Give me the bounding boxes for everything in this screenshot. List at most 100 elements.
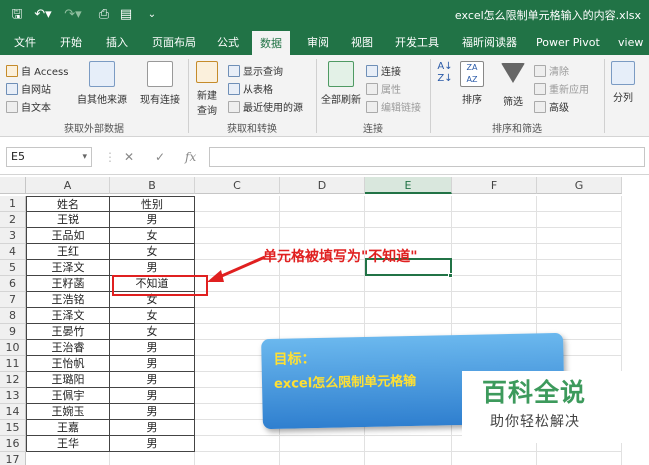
cell-b16[interactable]: 男 [110, 436, 195, 452]
cell-f1[interactable] [452, 196, 537, 212]
cell-a8[interactable]: 王泽文 [26, 308, 110, 324]
column-header-b[interactable]: B [110, 177, 195, 194]
customize-toolbar-icon[interactable]: ⌄ [146, 6, 158, 24]
cell-b14[interactable]: 男 [110, 404, 195, 420]
other-sources-button[interactable]: 自其他来源 [74, 61, 130, 106]
cell-d3[interactable] [280, 228, 365, 244]
tab-review[interactable]: 审阅 [299, 30, 337, 55]
cell-f7[interactable] [452, 292, 537, 308]
cell-b3[interactable]: 女 [110, 228, 195, 244]
row-header-12[interactable]: 12 [0, 372, 26, 388]
cell-d7[interactable] [280, 292, 365, 308]
row-header-1[interactable]: 1 [0, 196, 26, 212]
row-header-10[interactable]: 10 [0, 340, 26, 356]
cell-b12[interactable]: 男 [110, 372, 195, 388]
cell-d2[interactable] [280, 212, 365, 228]
cell-e1[interactable] [365, 196, 452, 212]
cancel-icon[interactable]: ✕ [124, 147, 134, 167]
cell-a7[interactable]: 王浩铭 [26, 292, 110, 308]
new-query-button[interactable]: 新建 查询 [190, 61, 224, 117]
tab-home[interactable]: 开始 [52, 30, 90, 55]
cell-f3[interactable] [452, 228, 537, 244]
row-header-13[interactable]: 13 [0, 388, 26, 404]
row-header-3[interactable]: 3 [0, 228, 26, 244]
advanced-button[interactable]: 高级 [534, 99, 569, 114]
cell-a9[interactable]: 王晏竹 [26, 324, 110, 340]
row-header-17[interactable]: 17 [0, 452, 26, 465]
cell-b2[interactable]: 男 [110, 212, 195, 228]
edit-links-button[interactable]: 编辑链接 [366, 99, 421, 114]
tab-view-addin[interactable]: view [610, 30, 649, 55]
cell-d16[interactable] [280, 436, 365, 452]
cell-c2[interactable] [195, 212, 280, 228]
cell-c8[interactable] [195, 308, 280, 324]
filter-button[interactable]: 筛选 [498, 63, 528, 108]
cell-a4[interactable]: 王红 [26, 244, 110, 260]
column-header-f[interactable]: F [452, 177, 537, 194]
cell-f17[interactable] [452, 452, 537, 465]
worksheet[interactable]: ABCDEFG 1 2 3 4 5 6 7 8 9 10 11 12 13 14 15 16 17 姓名 性别 王锐… [0, 175, 649, 465]
cell-g6[interactable] [537, 276, 622, 292]
cell-c17[interactable] [195, 452, 280, 465]
row-header-11[interactable]: 11 [0, 356, 26, 372]
cell-f6[interactable] [452, 276, 537, 292]
cell-e8[interactable] [365, 308, 452, 324]
row-header-14[interactable]: 14 [0, 404, 26, 420]
show-queries-button[interactable]: 显示查询 [228, 63, 283, 78]
select-all-corner[interactable] [0, 177, 26, 194]
cell-a2[interactable]: 王锐 [26, 212, 110, 228]
tab-data[interactable]: 数据 [252, 30, 290, 55]
tab-formulas[interactable]: 公式 [209, 30, 247, 55]
cell-f2[interactable] [452, 212, 537, 228]
cell-b10[interactable]: 男 [110, 340, 195, 356]
cell-a5[interactable]: 王泽文 [26, 260, 110, 276]
row-header-6[interactable]: 6 [0, 276, 26, 292]
row-header-2[interactable]: 2 [0, 212, 26, 228]
recent-sources-button[interactable]: 最近使用的源 [228, 99, 303, 114]
cell-b8[interactable]: 女 [110, 308, 195, 324]
cell-a17[interactable] [26, 452, 110, 465]
cell-g3[interactable] [537, 228, 622, 244]
cell-g7[interactable] [537, 292, 622, 308]
cell-d17[interactable] [280, 452, 365, 465]
tab-insert[interactable]: 插入 [98, 30, 136, 55]
cell-g5[interactable] [537, 260, 622, 276]
row-header-16[interactable]: 16 [0, 436, 26, 452]
cell-a13[interactable]: 王佩宇 [26, 388, 110, 404]
cell-b15[interactable]: 男 [110, 420, 195, 436]
cell-b11[interactable]: 男 [110, 356, 195, 372]
cell-b4[interactable]: 女 [110, 244, 195, 260]
cell-a16[interactable]: 王华 [26, 436, 110, 452]
cell-b17[interactable] [110, 452, 195, 465]
row-header-4[interactable]: 4 [0, 244, 26, 260]
tab-foxit-reader[interactable]: 福昕阅读器 [454, 30, 525, 55]
clear-button[interactable]: 清除 [534, 63, 569, 78]
row-header-15[interactable]: 15 [0, 420, 26, 436]
cell-g17[interactable] [537, 452, 622, 465]
row-header-9[interactable]: 9 [0, 324, 26, 340]
cell-c9[interactable] [195, 324, 280, 340]
text-to-columns-button[interactable]: 分列 [606, 61, 640, 104]
cell-e6[interactable] [365, 276, 452, 292]
connections-button[interactable]: 连接 [366, 63, 401, 78]
tab-file[interactable]: 文件 [6, 30, 44, 55]
existing-connections-button[interactable]: 现有连接 [135, 61, 185, 106]
column-header-e[interactable]: E [365, 177, 452, 194]
cell-d8[interactable] [280, 308, 365, 324]
column-header-c[interactable]: C [195, 177, 280, 194]
cell-b13[interactable]: 男 [110, 388, 195, 404]
cell-b9[interactable]: 女 [110, 324, 195, 340]
column-header-d[interactable]: D [280, 177, 365, 194]
tab-power-pivot[interactable]: Power Pivot [528, 30, 608, 55]
cell-a10[interactable]: 王治睿 [26, 340, 110, 356]
formula-input[interactable] [209, 147, 645, 167]
quick-access-icon[interactable]: ▤ [118, 6, 134, 24]
refresh-all-button[interactable]: 全部刷新 [318, 61, 364, 106]
tab-page-layout[interactable]: 页面布局 [144, 30, 204, 55]
redo-icon[interactable]: ↷▾ [62, 6, 84, 24]
from-text-button[interactable]: 自文本 [6, 99, 51, 114]
undo-icon[interactable]: ↶▾ [32, 6, 54, 24]
tab-developer[interactable]: 开发工具 [387, 30, 447, 55]
cell-c3[interactable] [195, 228, 280, 244]
cell-b5[interactable]: 男 [110, 260, 195, 276]
